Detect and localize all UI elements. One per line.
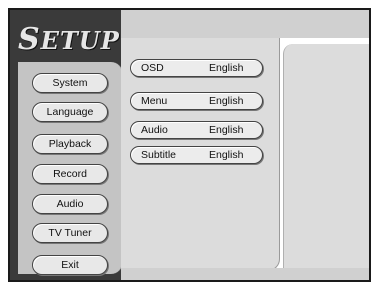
menu-system-label: System (52, 77, 88, 89)
option-osd-row[interactable]: OSD English (130, 59, 263, 77)
option-audio-value: English (209, 124, 244, 136)
menu-language-label: Language (46, 106, 94, 118)
menu-record-button[interactable]: Record (32, 164, 108, 184)
menu-audio-label: Audio (56, 198, 84, 210)
setup-window: SETUP System Language Playback Record Au… (8, 8, 371, 282)
menu-record-label: Record (53, 168, 87, 180)
setup-title: SETUP (18, 22, 120, 57)
menu-tv-tuner-label: TV Tuner (48, 227, 92, 239)
menu-tv-tuner-button[interactable]: TV Tuner (32, 223, 108, 243)
menu-playback-button[interactable]: Playback (32, 134, 108, 154)
option-menu-value: English (209, 95, 244, 107)
option-osd-value: English (209, 62, 244, 74)
bottom-bar (121, 268, 369, 280)
menu-playback-label: Playback (48, 138, 92, 150)
menu-system-button[interactable]: System (32, 73, 108, 93)
option-osd-label: OSD (141, 62, 164, 74)
option-menu-label: Menu (141, 95, 168, 107)
option-subtitle-label: Subtitle (141, 149, 177, 161)
menu-exit-label: Exit (61, 259, 79, 271)
top-bar (121, 10, 369, 38)
option-audio-label: Audio (141, 124, 168, 136)
menu-audio-button[interactable]: Audio (32, 194, 108, 214)
option-audio-row[interactable]: Audio English (130, 121, 263, 139)
option-subtitle-row[interactable]: Subtitle English (130, 146, 263, 164)
option-subtitle-value: English (209, 149, 244, 161)
menu-exit-button[interactable]: Exit (32, 255, 108, 275)
detail-panel (283, 44, 369, 270)
option-menu-row[interactable]: Menu English (130, 92, 263, 110)
menu-language-button[interactable]: Language (32, 102, 108, 122)
